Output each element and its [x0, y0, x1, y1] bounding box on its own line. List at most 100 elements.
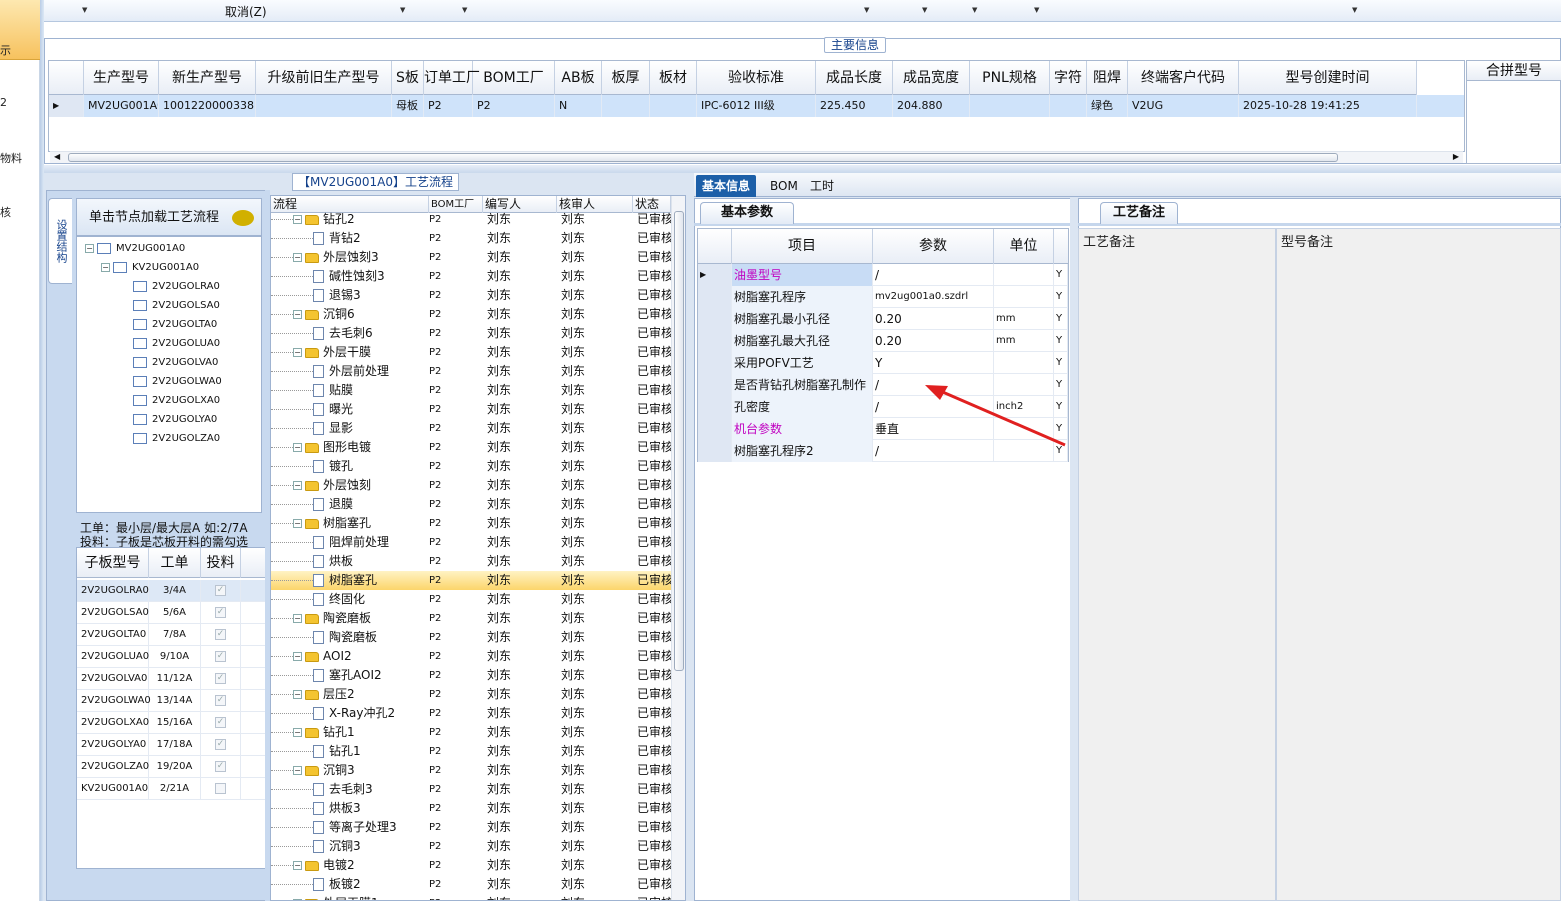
table-cell[interactable]: P2 — [429, 362, 483, 381]
table-cell[interactable]: P2 — [429, 723, 483, 742]
table-cell[interactable]: 刘东 — [487, 628, 557, 647]
table-cell[interactable]: 2V2UGOLUA0 — [77, 646, 149, 668]
flow-row[interactable]: − 外层蚀刻 P2 刘东 刘东 已审核 — [271, 476, 671, 495]
table-cell[interactable] — [256, 95, 392, 117]
flow-row[interactable]: 贴膜 P2 刘东 刘东 已审核 — [271, 381, 671, 400]
table-cell[interactable]: P2 — [429, 514, 483, 533]
table-cell[interactable]: 刘东 — [487, 248, 557, 267]
flow-name-cell[interactable]: 板镀2 — [271, 875, 429, 894]
table-cell[interactable]: 刘东 — [487, 476, 557, 495]
table-cell[interactable]: 已审核 — [637, 818, 671, 837]
horizontal-splitter[interactable] — [44, 165, 1561, 173]
column-header[interactable]: PNL规格 — [970, 61, 1050, 95]
table-cell[interactable]: 刘东 — [561, 552, 633, 571]
table-cell[interactable]: 已审核 — [637, 286, 671, 305]
param-value[interactable]: mv2ug001a0.szdrl — [873, 286, 994, 308]
tree-node-leaf[interactable]: 2V2UGOLTA0 — [133, 315, 217, 334]
table-cell[interactable]: 刘东 — [487, 856, 557, 875]
flow-row[interactable]: 退锡3 P2 刘东 刘东 已审核 — [271, 286, 671, 305]
checkbox-cell[interactable] — [201, 778, 241, 800]
flow-row[interactable]: 外层前处理 P2 刘东 刘东 已审核 — [271, 362, 671, 381]
table-cell[interactable]: 刘东 — [487, 362, 557, 381]
param-value[interactable]: Y — [873, 352, 994, 374]
table-cell[interactable]: 11/12A — [149, 668, 201, 690]
table-row[interactable]: 2V2UGOLYA0 17/18A ✓ — [77, 734, 265, 756]
table-cell[interactable] — [602, 95, 650, 117]
table-cell[interactable]: P2 — [429, 457, 483, 476]
flow-row[interactable]: 板镀2 P2 刘东 刘东 已审核 — [271, 875, 671, 894]
column-header[interactable]: 新生产型号 — [159, 61, 256, 95]
table-cell[interactable]: P2 — [429, 286, 483, 305]
chevron-down-icon[interactable]: ▼ — [1352, 6, 1357, 14]
param-row[interactable]: 树脂塞孔程序 mv2ug001a0.szdrl Y — [698, 286, 1068, 308]
flow-row[interactable]: − 外层蚀刻3 P2 刘东 刘东 已审核 — [271, 248, 671, 267]
table-row[interactable]: 2V2UGOLSA0 5/6A ✓ — [77, 602, 265, 624]
table-cell[interactable]: 刘东 — [561, 438, 633, 457]
table-cell[interactable]: 刘东 — [561, 799, 633, 818]
flow-row[interactable]: 去毛刺3 P2 刘东 刘东 已审核 — [271, 780, 671, 799]
table-cell[interactable]: 19/20A — [149, 756, 201, 778]
flow-row[interactable]: − 树脂塞孔 P2 刘东 刘东 已审核 — [271, 514, 671, 533]
table-cell[interactable]: P2 — [429, 685, 483, 704]
table-cell[interactable]: 刘东 — [561, 685, 633, 704]
checkbox[interactable]: ✓ — [215, 738, 226, 750]
row-selector[interactable] — [698, 330, 732, 352]
table-cell[interactable]: 刘东 — [561, 514, 633, 533]
table-cell[interactable]: 刘东 — [487, 647, 557, 666]
tree-node-leaf[interactable]: 2V2UGOLVA0 — [133, 353, 218, 372]
flow-name-cell[interactable]: −外层干膜1 — [271, 894, 429, 900]
table-cell[interactable]: 刘东 — [487, 837, 557, 856]
table-cell[interactable]: 已审核 — [637, 799, 671, 818]
column-header[interactable]: 单位 — [994, 229, 1054, 264]
checkbox-cell[interactable]: ✓ — [201, 690, 241, 712]
horizontal-scrollbar[interactable]: ◀ ▶ — [50, 151, 1463, 163]
table-cell[interactable]: 2V2UGOLVA0 — [77, 668, 149, 690]
flow-name-cell[interactable]: 外层前处理 — [271, 362, 429, 381]
flow-name-cell[interactable]: 陶瓷磨板 — [271, 628, 429, 647]
table-cell[interactable]: 刘东 — [487, 609, 557, 628]
table-cell[interactable]: 刘东 — [561, 590, 633, 609]
table-cell[interactable]: 已审核 — [637, 856, 671, 875]
table-cell[interactable]: P2 — [429, 419, 483, 438]
table-row[interactable]: KV2UG001A0 2/21A — [77, 778, 265, 800]
flow-row[interactable]: − 陶瓷磨板 P2 刘东 刘东 已审核 — [271, 609, 671, 628]
param-unit[interactable] — [994, 264, 1054, 286]
flow-row[interactable]: 碱性蚀刻3 P2 刘东 刘东 已审核 — [271, 267, 671, 286]
table-cell[interactable]: 刘东 — [561, 723, 633, 742]
scroll-left-icon[interactable]: ◀ — [54, 152, 60, 161]
column-header[interactable]: 参数 — [873, 229, 994, 264]
table-cell[interactable]: 已审核 — [637, 742, 671, 761]
column-header[interactable]: 项目 — [732, 229, 873, 264]
table-row[interactable]: ▶ MV2UG001A0 10012200003381 母板 P2 P2 N IPC-6012… — [49, 95, 1464, 117]
collapse-icon[interactable]: − — [293, 348, 302, 357]
param-value[interactable]: / — [873, 264, 994, 286]
param-value[interactable]: 0.20 — [873, 308, 994, 330]
table-cell[interactable]: 已审核 — [637, 248, 671, 267]
tree-node-leaf[interactable]: 2V2UGOLWA0 — [133, 372, 222, 391]
flow-name-cell[interactable]: − 陶瓷磨板 — [271, 609, 429, 628]
flow-name-cell[interactable]: − 电镀2 — [271, 856, 429, 875]
chevron-down-icon[interactable]: ▼ — [462, 6, 467, 14]
table-cell[interactable]: 2V2UGOLSA0 — [77, 602, 149, 624]
table-cell[interactable]: 母板 — [392, 95, 424, 117]
table-row[interactable]: 2V2UGOLXA0 15/16A ✓ — [77, 712, 265, 734]
column-header[interactable]: BOM工厂 — [473, 61, 555, 95]
table-cell[interactable]: 刘东 — [561, 495, 633, 514]
collapse-icon[interactable]: − — [293, 310, 302, 319]
flow-row[interactable]: − 电镀2 P2 刘东 刘东 已审核 — [271, 856, 671, 875]
tab-structure[interactable]: 设置结构 — [48, 198, 72, 284]
table-cell[interactable]: P2 — [429, 894, 483, 900]
table-cell[interactable]: 刘东 — [487, 438, 557, 457]
table-cell[interactable]: P2 — [429, 590, 483, 609]
table-cell[interactable]: 刘东 — [561, 305, 633, 324]
table-cell[interactable]: 刘东 — [487, 818, 557, 837]
table-cell[interactable]: 已审核 — [637, 552, 671, 571]
table-cell[interactable]: 刘东 — [561, 381, 633, 400]
table-cell[interactable]: P2 — [429, 799, 483, 818]
flow-name-cell[interactable]: − 钻孔1 — [271, 723, 429, 742]
tree-node-leaf[interactable]: 2V2UGOLXA0 — [133, 391, 220, 410]
table-cell[interactable]: 已审核 — [637, 267, 671, 286]
checkbox-cell[interactable]: ✓ — [201, 624, 241, 646]
checkbox-cell[interactable]: ✓ — [201, 646, 241, 668]
table-cell[interactable]: 刘东 — [487, 343, 557, 362]
